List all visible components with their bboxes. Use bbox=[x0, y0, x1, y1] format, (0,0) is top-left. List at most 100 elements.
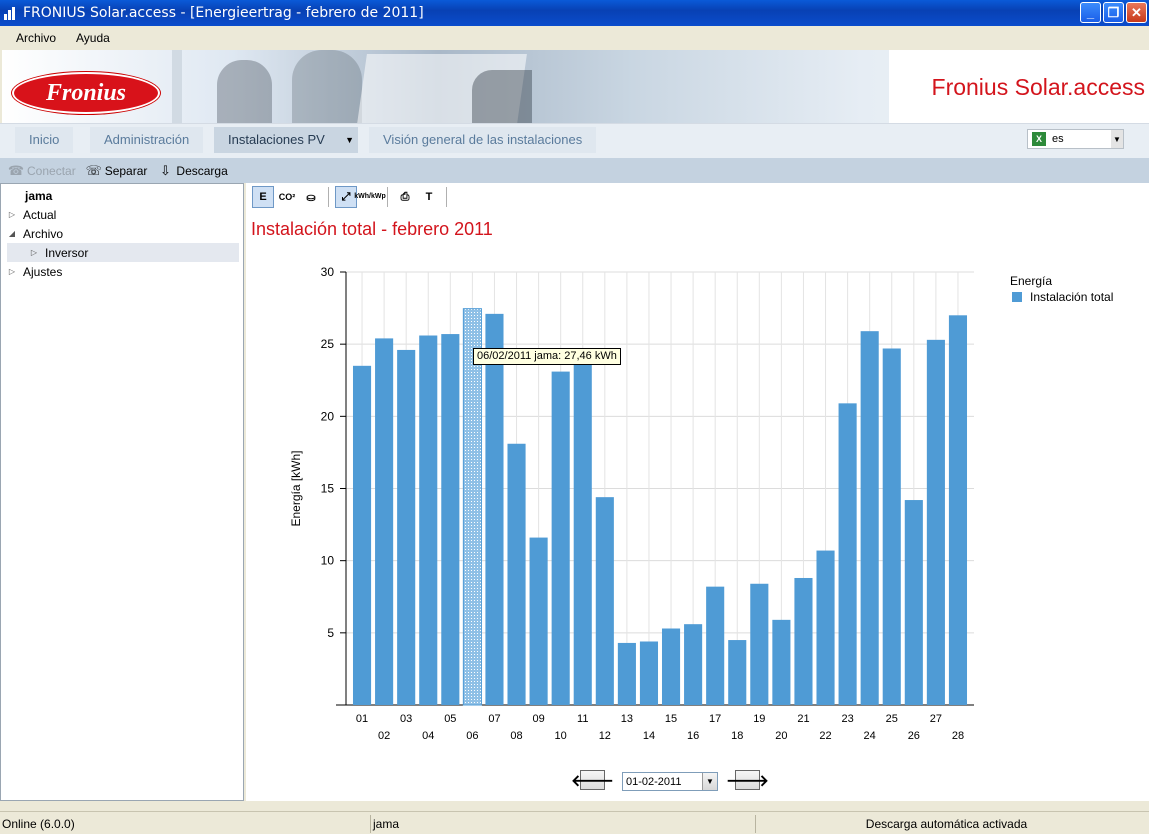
x-tick-label: 21 bbox=[797, 713, 809, 725]
legend-title: Energía bbox=[1010, 274, 1053, 288]
tree-item-ajustes[interactable]: ▷ Ajustes bbox=[7, 262, 62, 281]
legend-swatch bbox=[1012, 292, 1022, 302]
x-tick-label: 10 bbox=[555, 730, 567, 742]
navigation-tree: jama ▷ Actual ◢ Archivo ▷ Inversor ▷ Aju… bbox=[0, 183, 244, 801]
bar bbox=[441, 334, 460, 705]
bar bbox=[750, 583, 769, 705]
maximize-button[interactable]: ❐ bbox=[1103, 2, 1124, 23]
window-title: FRONIUS Solar.access - [Energieertrag - … bbox=[23, 5, 424, 21]
energy-bar-chart: 5 10 15 20 25 30 Energía [kWh] 01 02 03 04 05 06 07 08… bbox=[289, 265, 974, 742]
x-tick-label: 05 bbox=[444, 713, 456, 725]
chart-panel: E CO² ⛀ ⤢ kWh/kWp ⎙ T Instalación total … bbox=[246, 183, 1149, 801]
close-button[interactable]: ✕ bbox=[1126, 2, 1147, 23]
x-tick-label: 07 bbox=[488, 713, 500, 725]
status-online: Online (6.0.0) bbox=[2, 817, 75, 831]
hangup-icon: ☏ bbox=[85, 162, 102, 178]
bar bbox=[706, 586, 725, 705]
bar bbox=[948, 315, 968, 705]
bar bbox=[661, 628, 681, 705]
bar bbox=[397, 349, 416, 705]
chart-toolbar: E CO² ⛀ ⤢ kWh/kWp ⎙ T bbox=[252, 185, 451, 209]
x-tick-label: 28 bbox=[952, 730, 964, 742]
x-tick-label: 14 bbox=[643, 730, 655, 742]
disconnect-label: Separar bbox=[104, 163, 148, 178]
x-tick-label: 02 bbox=[378, 730, 390, 742]
download-button[interactable]: ⇩ Descarga bbox=[157, 162, 228, 179]
bar bbox=[573, 358, 592, 705]
prev-month-button[interactable]: 🡐 bbox=[571, 770, 614, 790]
x-tick-label: 15 bbox=[665, 713, 677, 725]
expand-icon[interactable]: ▷ bbox=[7, 267, 17, 276]
tree-item-label: Ajustes bbox=[23, 264, 63, 279]
bar bbox=[728, 640, 747, 705]
tree-item-archivo[interactable]: ◢ Archivo bbox=[7, 224, 63, 243]
tree-item-inversor[interactable]: ▷ Inversor bbox=[7, 243, 239, 262]
x-tick-label: 11 bbox=[577, 713, 588, 725]
menu-archivo[interactable]: Archivo bbox=[15, 29, 57, 47]
legend-label: Instalación total bbox=[1030, 290, 1114, 304]
status-bar: Online (6.0.0) jama Descarga automática … bbox=[0, 811, 1149, 834]
bar bbox=[419, 335, 438, 705]
chart-legend: Energía Instalación total bbox=[1010, 274, 1113, 304]
bar bbox=[462, 308, 482, 706]
co2-button[interactable]: CO² bbox=[276, 186, 298, 208]
tab-vision-general[interactable]: Visión general de las instalaciones bbox=[369, 127, 597, 153]
next-month-button[interactable]: 🡒 bbox=[726, 770, 769, 790]
x-tick-label: 09 bbox=[532, 713, 544, 725]
x-tick-label: 16 bbox=[687, 730, 699, 742]
tree-root[interactable]: jama bbox=[25, 186, 52, 205]
y-tick-label: 10 bbox=[321, 554, 335, 568]
nav-bar: Inicio Administración Instalaciones PV ▼… bbox=[0, 123, 1149, 158]
menu-ayuda[interactable]: Ayuda bbox=[75, 29, 111, 47]
bar bbox=[684, 624, 703, 705]
x-tick-label: 26 bbox=[908, 730, 920, 742]
date-select[interactable]: 01-02-2011 ▼ bbox=[622, 772, 718, 791]
x-tick-label: 27 bbox=[930, 713, 942, 725]
kwh-kwp-button[interactable]: kWh/kWp bbox=[354, 186, 386, 208]
money-icon[interactable]: ⛀ bbox=[300, 186, 322, 208]
energy-button[interactable]: E bbox=[252, 186, 274, 208]
brand-title: Fronius Solar.access bbox=[931, 74, 1145, 100]
disconnect-button[interactable]: ☏ Separar bbox=[86, 163, 148, 179]
bar bbox=[904, 500, 923, 705]
bar bbox=[529, 537, 548, 705]
tree-item-label: Inversor bbox=[45, 245, 89, 260]
chart-title: Instalación total - febrero 2011 bbox=[251, 219, 493, 239]
x-tick-label: 04 bbox=[422, 730, 434, 742]
bar bbox=[595, 497, 614, 705]
expand-icon[interactable]: ▷ bbox=[29, 248, 39, 257]
collapse-icon[interactable]: ◢ bbox=[7, 229, 17, 238]
legend-item: Instalación total bbox=[1010, 290, 1113, 304]
y-axis-label: Energía [kWh] bbox=[289, 450, 303, 526]
y-tick-label: 30 bbox=[321, 265, 335, 279]
phone-icon: ☎ bbox=[7, 162, 25, 178]
bar bbox=[838, 403, 857, 705]
x-tick-label: 01 bbox=[356, 713, 368, 725]
x-tick-label: 19 bbox=[753, 713, 765, 725]
language-select[interactable]: X es ▼ bbox=[1027, 129, 1124, 149]
tree-item-label: Archivo bbox=[23, 226, 64, 241]
tab-administracion[interactable]: Administración bbox=[90, 127, 204, 153]
print-icon[interactable]: ⎙ bbox=[394, 186, 416, 208]
bar bbox=[375, 338, 394, 705]
download-icon: ⇩ bbox=[159, 162, 171, 178]
x-tick-label: 23 bbox=[841, 713, 853, 725]
tree-item-actual[interactable]: ▷ Actual bbox=[7, 205, 56, 224]
header-banner: Fronius Fronius Solar.access bbox=[2, 50, 1149, 123]
connect-button[interactable]: ☎ Conectar bbox=[8, 163, 76, 179]
fronius-logo: Fronius bbox=[12, 72, 160, 114]
connect-label: Conectar bbox=[27, 163, 76, 178]
expand-icon[interactable]: ▷ bbox=[7, 210, 17, 219]
date-value: 01-02-2011 bbox=[626, 775, 682, 788]
text-button[interactable]: T bbox=[418, 186, 440, 208]
bar bbox=[352, 365, 372, 705]
tab-inicio[interactable]: Inicio bbox=[15, 127, 74, 153]
minimize-button[interactable]: _ bbox=[1080, 2, 1101, 23]
x-tick-label: 03 bbox=[400, 713, 412, 725]
bar-tooltip: 06/02/2011 jama: 27,46 kWh bbox=[473, 348, 621, 365]
bar bbox=[485, 313, 504, 705]
bar bbox=[772, 619, 791, 705]
tab-instalaciones-pv[interactable]: Instalaciones PV ▼ bbox=[214, 127, 358, 153]
tree-item-label: Actual bbox=[23, 207, 57, 222]
x-tick-label: 08 bbox=[510, 730, 522, 742]
